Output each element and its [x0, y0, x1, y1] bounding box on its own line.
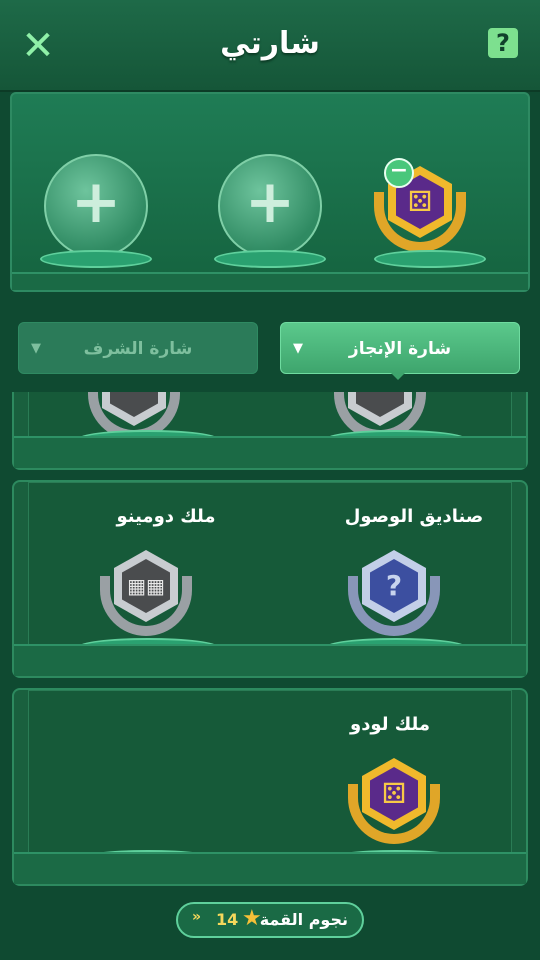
- badge-label: ملك لودو: [350, 714, 430, 735]
- header: ✕ شارتي ?: [0, 0, 540, 92]
- top-stars-button[interactable]: » 14 ★ نجوم القمة: [176, 902, 364, 938]
- shelf-floor: [14, 644, 526, 676]
- remove-badge-icon[interactable]: −: [384, 158, 414, 188]
- stars-count: 14: [216, 910, 239, 929]
- dice-icon: ⚄: [407, 185, 433, 218]
- tab-honor-badge[interactable]: ▼ شارة الشرف: [18, 322, 258, 374]
- tab-label: شارة الشرف: [83, 339, 193, 359]
- tab-achievement-badge[interactable]: ▼ شارة الإنجاز: [280, 322, 520, 374]
- help-icon[interactable]: ?: [488, 28, 518, 58]
- page-title: شارتي: [220, 26, 320, 61]
- active-tab-pointer: [390, 372, 406, 380]
- empty-slot-left[interactable]: +: [44, 154, 148, 258]
- question-chest-icon: ?: [385, 569, 403, 602]
- domino-icon: ▦▦: [127, 574, 165, 598]
- plus-icon: +: [70, 167, 122, 237]
- showcase-shelf: [12, 272, 528, 290]
- empty-slot-middle[interactable]: +: [218, 154, 322, 258]
- caret-down-icon: ▼: [293, 341, 303, 356]
- badge-showcase: + + ⚄ −: [10, 92, 530, 292]
- badge-tabs: ▼ شارة الشرف ▼ شارة الإنجاز: [18, 322, 520, 376]
- badge-list[interactable]: صناديق الوصول ملك دومينو ? ▦▦ ملك لودو ⚄: [12, 392, 528, 888]
- dice-icon: ⚄: [381, 777, 407, 810]
- shelf-floor: [14, 436, 526, 468]
- domino-king-badge[interactable]: ▦▦: [96, 546, 196, 642]
- badge-row: [12, 392, 528, 470]
- pedestal: [214, 250, 326, 268]
- chevron-left-icon: »: [192, 909, 202, 925]
- badge-row: صناديق الوصول ملك دومينو ? ▦▦: [12, 480, 528, 678]
- tab-label: شارة الإنجاز: [348, 339, 452, 359]
- ludo-king-badge[interactable]: ⚄: [344, 754, 444, 850]
- pedestal: [374, 250, 486, 268]
- access-boxes-badge[interactable]: ?: [344, 546, 444, 642]
- shelf-floor: [14, 852, 526, 884]
- badge-label: صناديق الوصول: [344, 506, 484, 527]
- top-stars-label: نجوم القمة: [259, 910, 348, 929]
- plus-icon: +: [244, 167, 296, 237]
- badge-label: ملك دومينو: [116, 506, 216, 527]
- badge-row: ملك لودو ⚄: [12, 688, 528, 886]
- caret-down-icon: ▼: [31, 341, 41, 356]
- pedestal: [40, 250, 152, 268]
